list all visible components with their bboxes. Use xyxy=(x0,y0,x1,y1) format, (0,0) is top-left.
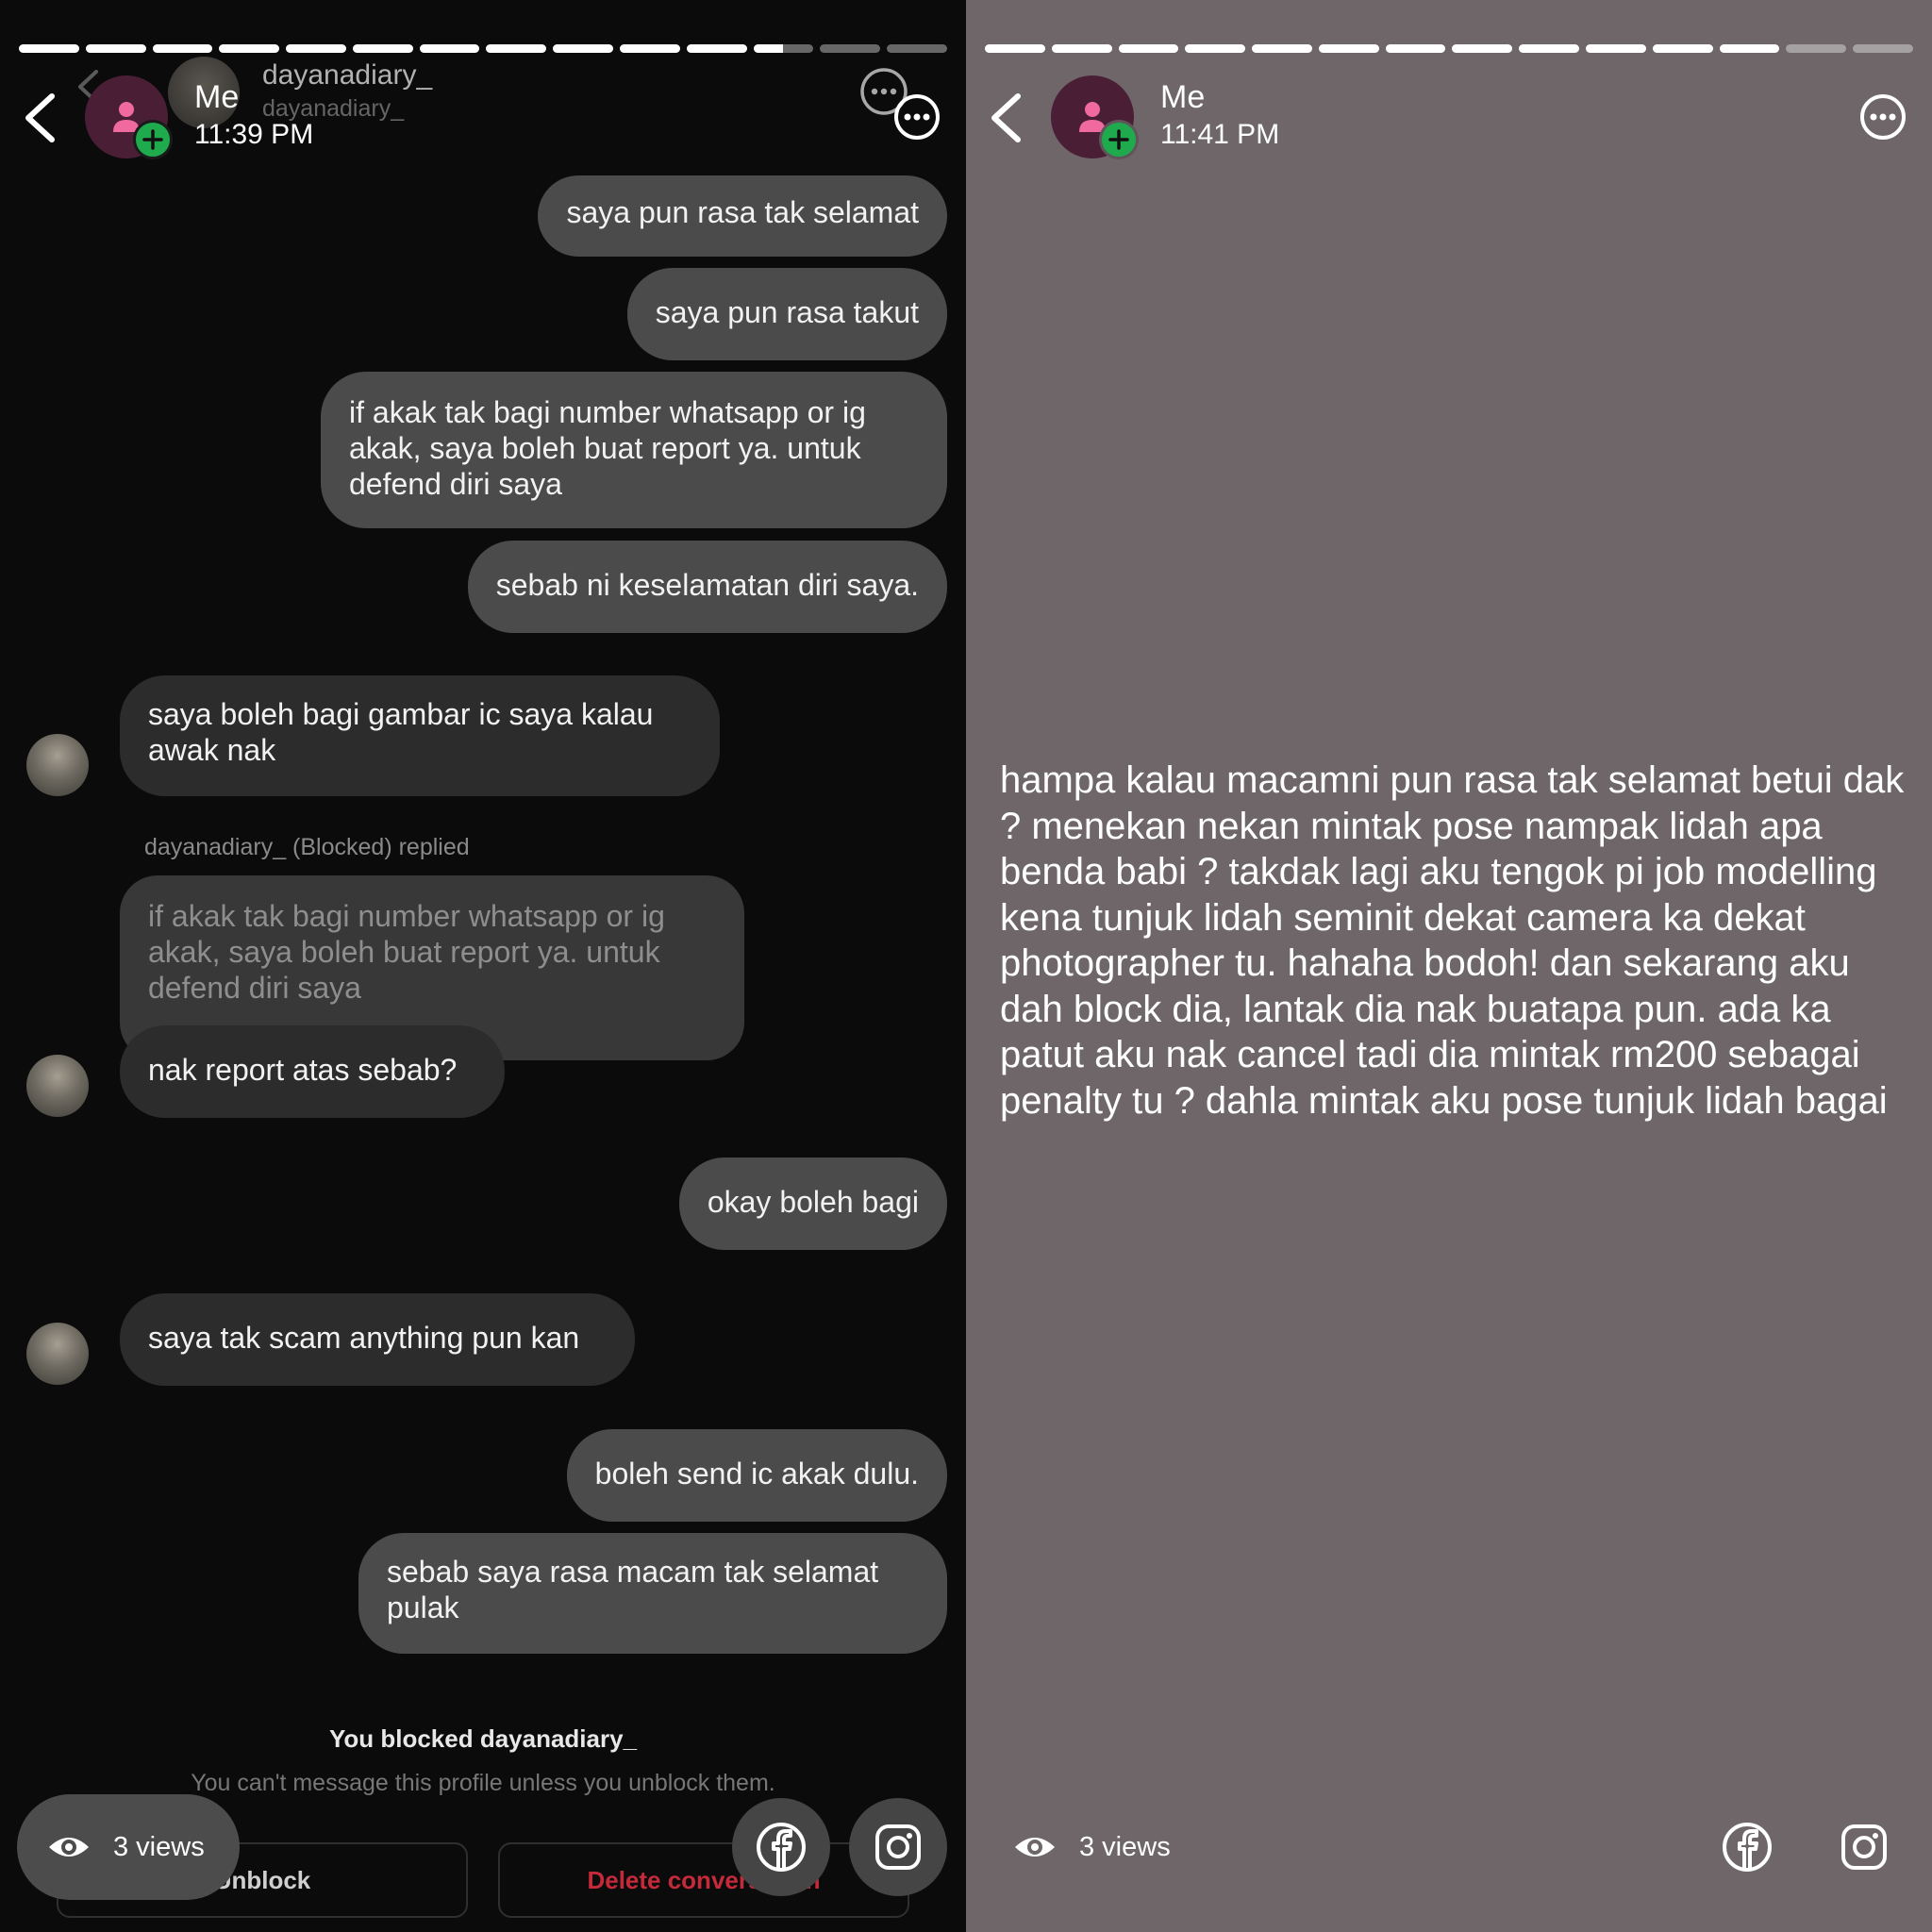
progress-segment xyxy=(985,44,1045,53)
progress-segment xyxy=(1786,44,1847,53)
views-counter[interactable]: 3 views xyxy=(983,1794,1266,1900)
progress-segment xyxy=(1185,44,1246,53)
progress-segment xyxy=(152,44,213,53)
progress-segment xyxy=(419,44,480,53)
message-bubble-outgoing: boleh send ic akak dulu. xyxy=(566,1429,947,1522)
instagram-icon xyxy=(875,1824,921,1870)
progress-segment xyxy=(1318,44,1379,53)
progress-segment xyxy=(553,44,614,53)
contact-avatar xyxy=(26,1055,89,1117)
more-options-icon[interactable] xyxy=(1858,92,1907,142)
progress-segment xyxy=(1519,44,1580,53)
facebook-icon xyxy=(757,1823,806,1872)
story-panel-right: Me 11:41 PM hampa kalau macamni pun rasa… xyxy=(966,0,1932,1932)
message-bubble-outgoing: okay boleh bagi xyxy=(678,1158,947,1250)
progress-segment xyxy=(686,44,747,53)
message-bubble-incoming: nak report atas sebab? xyxy=(120,1025,505,1118)
instagram-icon xyxy=(1841,1824,1887,1870)
facebook-icon xyxy=(1723,1823,1772,1872)
reply-label: dayanadiary_ (Blocked) replied xyxy=(144,834,470,860)
progress-segment xyxy=(19,44,79,53)
story-panel-left: dayanadiary_ dayanadiary_ Me 11:39 PM sa… xyxy=(0,0,966,1932)
progress-segment xyxy=(887,44,947,53)
story-author-name: Me xyxy=(1160,79,1206,115)
message-bubble-outgoing: sebab saya rasa macam tak selamat pulak xyxy=(358,1533,947,1654)
contact-avatar xyxy=(26,734,89,796)
contact-name: dayanadiary_ xyxy=(262,59,433,91)
views-count-label: 3 views xyxy=(113,1831,205,1862)
share-instagram-button[interactable] xyxy=(1815,1798,1913,1896)
story-progress-bar xyxy=(19,44,947,53)
progress-segment xyxy=(620,44,680,53)
contact-avatar xyxy=(26,1323,89,1385)
progress-segment xyxy=(352,44,413,53)
progress-segment xyxy=(1452,44,1513,53)
back-chevron-icon[interactable] xyxy=(987,91,1024,145)
add-profile-icon[interactable] xyxy=(133,120,173,159)
message-bubble-outgoing: saya pun rasa takut xyxy=(626,268,947,360)
blocked-notice-title: You blocked dayanadiary_ xyxy=(328,1724,638,1753)
back-chevron-icon[interactable] xyxy=(21,91,58,145)
progress-segment xyxy=(1853,44,1913,53)
progress-segment xyxy=(1586,44,1646,53)
message-bubble-outgoing: sebab ni keselamatan diri saya. xyxy=(467,541,947,633)
story-timestamp: 11:39 PM xyxy=(194,119,314,150)
progress-segment xyxy=(85,44,146,53)
story-timestamp: 11:41 PM xyxy=(1160,119,1280,150)
progress-segment xyxy=(1051,44,1112,53)
share-facebook-button[interactable] xyxy=(1698,1798,1796,1896)
progress-segment xyxy=(1252,44,1312,53)
progress-segment xyxy=(1719,44,1780,53)
story-author-name: Me xyxy=(194,79,240,115)
progress-segment xyxy=(820,44,881,53)
share-instagram-button[interactable] xyxy=(849,1798,947,1896)
story-progress-bar xyxy=(985,44,1913,53)
story-text: hampa kalau macamni pun rasa tak selamat… xyxy=(1000,759,1905,1122)
views-counter[interactable]: 3 views xyxy=(17,1794,240,1900)
progress-segment xyxy=(219,44,280,53)
progress-segment xyxy=(486,44,547,53)
delete-conversation-button[interactable]: Delete conversation xyxy=(498,1842,909,1918)
progress-segment xyxy=(753,44,814,53)
message-bubble-incoming: saya boleh bagi gambar ic saya kalau awa… xyxy=(120,675,720,796)
blocked-notice-subtitle: You can't message this profile unless yo… xyxy=(191,1770,775,1796)
add-profile-icon[interactable] xyxy=(1099,120,1139,159)
message-bubble-outgoing: saya pun rasa tak selamat xyxy=(538,175,947,257)
progress-segment xyxy=(286,44,346,53)
eye-icon xyxy=(49,1838,89,1857)
message-bubble-incoming: saya tak scam anything pun kan xyxy=(120,1293,635,1386)
eye-icon xyxy=(1015,1838,1055,1857)
progress-segment xyxy=(1118,44,1179,53)
progress-segment xyxy=(1652,44,1713,53)
message-bubble-outgoing: if akak tak bagi number whatsapp or ig a… xyxy=(321,372,947,528)
share-facebook-button[interactable] xyxy=(732,1798,830,1896)
views-count-label: 3 views xyxy=(1079,1831,1171,1862)
more-options-icon[interactable] xyxy=(892,92,941,142)
progress-segment xyxy=(1385,44,1446,53)
